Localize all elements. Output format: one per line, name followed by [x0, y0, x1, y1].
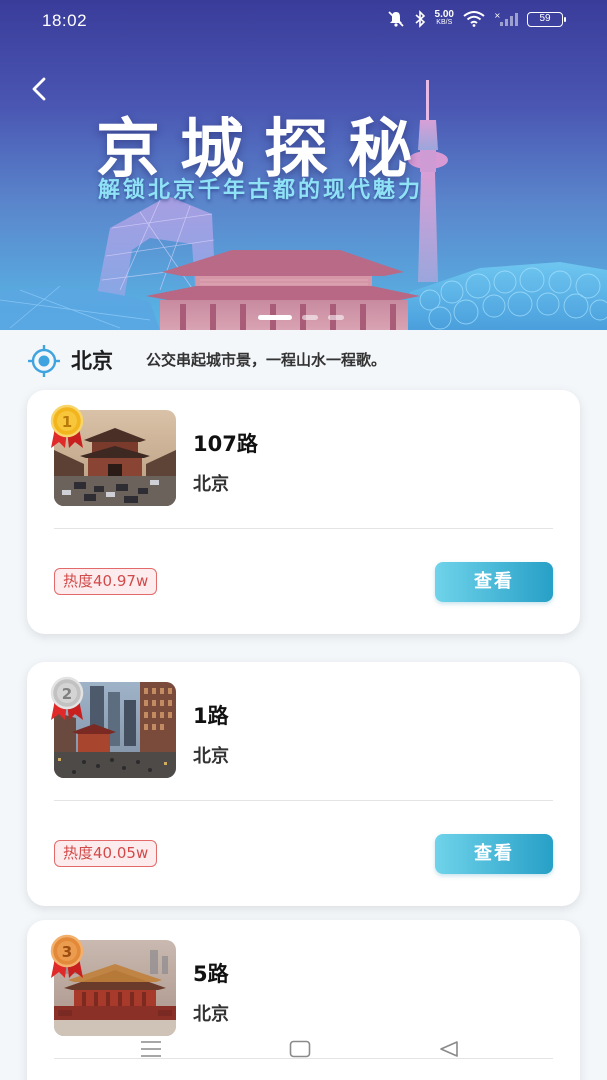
net-speed: 5.00 KB/S [434, 9, 454, 27]
route-card[interactable]: 1 107路 北京 热度40.97w 查看 [27, 390, 580, 634]
home-square-icon[interactable] [289, 1040, 311, 1058]
card-divider [54, 528, 553, 529]
view-button[interactable]: 查看 [435, 562, 553, 602]
banner-dot-active[interactable] [258, 315, 292, 320]
battery-indicator: 59 [527, 11, 566, 27]
route-city: 北京 [193, 474, 229, 495]
status-bar: 18:02 5.00 KB/S × 59 [0, 0, 607, 42]
menu-icon[interactable] [140, 1040, 162, 1058]
silver-medal-icon: 2 [50, 676, 84, 720]
back-triangle-icon[interactable] [438, 1040, 460, 1058]
route-city: 北京 [193, 1004, 229, 1025]
gold-medal-icon: 1 [50, 404, 84, 448]
location-target-icon [28, 345, 60, 377]
mute-icon [387, 11, 404, 27]
banner-pagination [258, 315, 344, 320]
net-speed-value: 5.00 [434, 9, 454, 20]
bronze-medal-icon: 3 [50, 934, 84, 978]
signal-off-icon: × [494, 11, 518, 26]
banner-dot[interactable] [302, 315, 318, 320]
net-speed-unit: KB/S [436, 19, 453, 26]
route-name: 1路 [193, 704, 229, 728]
chevron-left-icon [32, 77, 46, 101]
medal-rank: 2 [62, 685, 72, 703]
heat-badge: 热度40.05w [54, 840, 158, 867]
status-time: 18:02 [42, 11, 88, 30]
bluetooth-icon [415, 10, 425, 28]
wifi-icon [463, 11, 485, 27]
banner-subtitle: 解锁北京千年古都的现代魅力 [98, 178, 424, 203]
location-slogan: 公交串起城市景，一程山水一程歌。 [146, 351, 387, 369]
medal-rank: 3 [62, 943, 72, 961]
route-city: 北京 [193, 746, 229, 767]
banner[interactable]: 18:02 5.00 KB/S × 59 京城探秘 解锁北京千年古都的现代魅力 [0, 0, 607, 330]
location-bar: 北京 公交串起城市景，一程山水一程歌。 [0, 330, 607, 390]
system-nav-bar [0, 1028, 607, 1072]
medal-rank: 1 [62, 413, 72, 431]
status-icons: 5.00 KB/S × 59 [387, 9, 566, 28]
route-name: 5路 [193, 962, 229, 986]
heat-badge: 热度40.97w [54, 568, 158, 595]
back-button[interactable] [22, 72, 56, 106]
banner-dot[interactable] [328, 315, 344, 320]
view-button[interactable]: 查看 [435, 834, 553, 874]
card-divider [54, 800, 553, 801]
svg-text:×: × [494, 11, 501, 20]
route-name: 107路 [193, 432, 258, 456]
location-city: 北京 [71, 349, 113, 373]
route-card[interactable]: 2 1路 北京 热度40.05w 查看 [27, 662, 580, 906]
